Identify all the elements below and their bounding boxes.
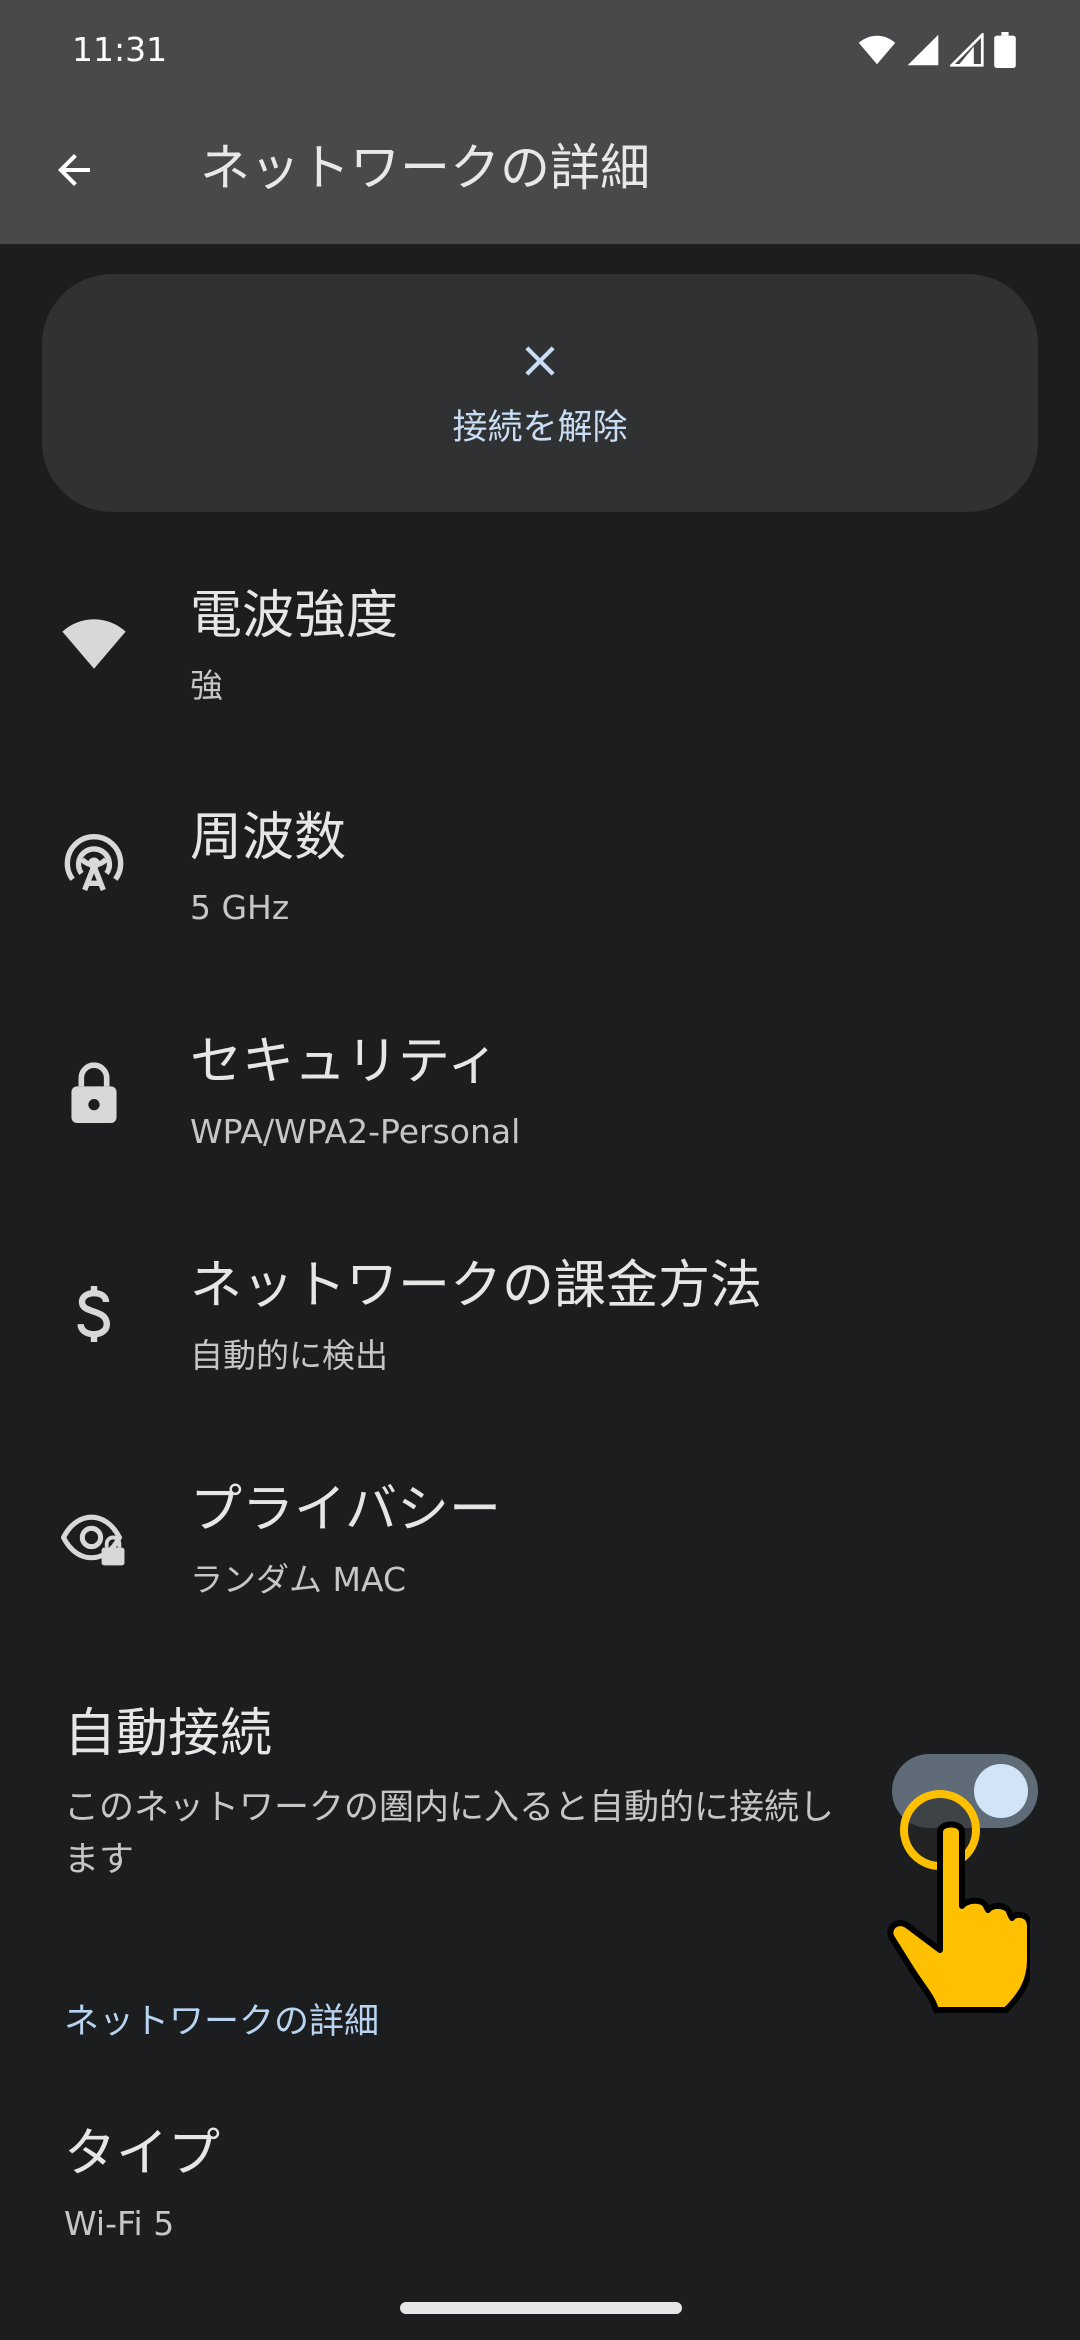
frequency-value: 5 GHz [190,888,290,927]
dollar-icon [54,1274,134,1354]
type-title: タイプ [64,2124,221,2184]
security-title: セキュリティ [190,1032,499,1092]
lock-icon [54,1052,134,1132]
security-value: WPA/WPA2-Personal [190,1112,521,1151]
signal-strength-title: 電波強度 [190,586,399,646]
disconnect-button[interactable] [42,274,1038,512]
app-bar: 11:31 ネットワークの詳細 [0,0,1080,244]
details-section-header: ネットワークの詳細 [64,2002,380,2042]
pointing-hand-icon [887,1821,1030,2013]
antenna-icon [54,826,134,906]
status-icons [858,30,1016,70]
disconnect-label: 接続を解除 [452,408,628,448]
signal-strength-value: 強 [190,666,223,705]
back-button[interactable] [30,126,118,214]
battery-icon [994,32,1016,68]
wifi-icon [54,604,134,684]
eye-lock-icon [54,1500,134,1580]
signal-no-data-icon [950,33,984,67]
type-value: Wi-Fi 5 [64,2204,175,2243]
auto-connect-title: 自動接続 [64,1704,273,1764]
metering-title: ネットワークの課金方法 [190,1256,763,1316]
signal-icon [907,34,939,66]
network-details-screen: 11:31 ネットワークの詳細 接続を解除 電波強度 強 周波数 5 GHz セ… [0,0,1080,2340]
gesture-nav-handle[interactable] [400,2302,682,2314]
status-time: 11:31 [72,30,168,69]
arrow-back-icon [58,154,90,186]
auto-connect-description: このネットワークの圏内に入ると自動的に接続します [64,1788,835,1880]
metering-value: 自動的に検出 [190,1336,388,1375]
privacy-title: プライバシー [190,1480,501,1540]
page-title: ネットワークの詳細 [200,139,650,197]
frequency-title: 周波数 [190,808,347,868]
close-icon [525,346,555,376]
privacy-value: ランダム MAC [190,1560,406,1599]
wifi-icon [858,35,896,65]
